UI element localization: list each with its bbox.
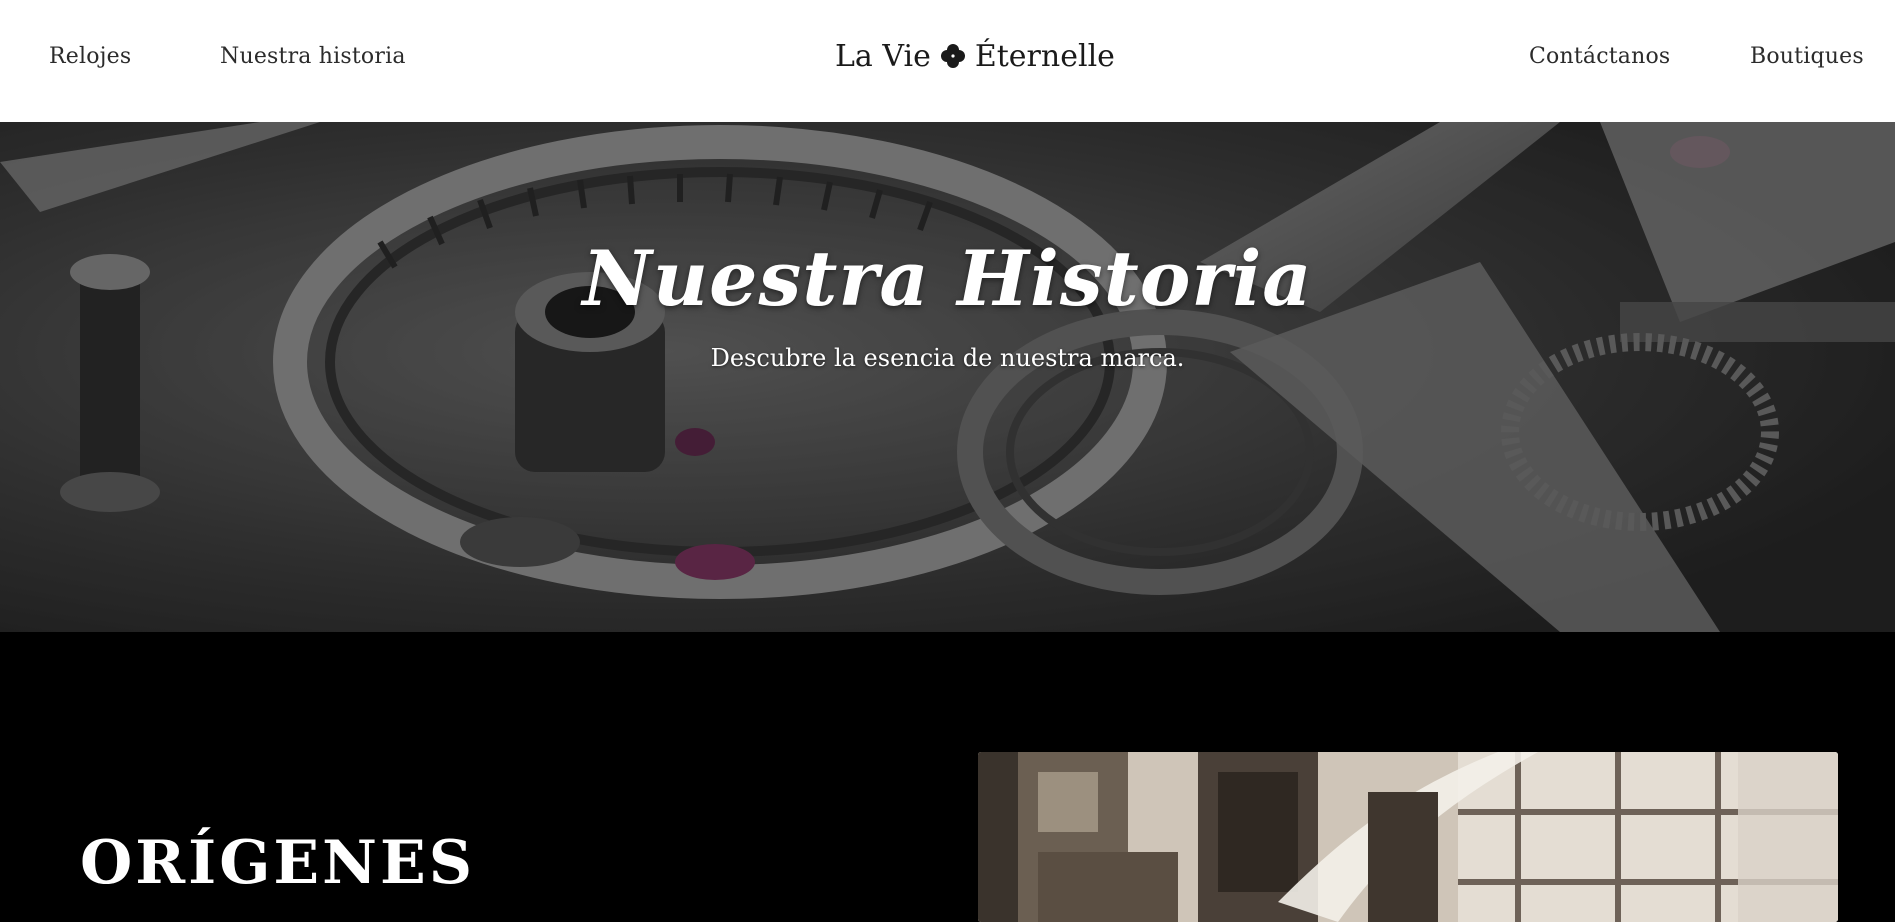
site-header: Relojes Nuestra historia La Vie Éternell… — [0, 0, 1895, 122]
nav-link-boutiques[interactable]: Boutiques — [1750, 44, 1864, 69]
hero-overlay — [0, 122, 1895, 632]
hero-title: Nuestra Historia — [582, 234, 1313, 323]
vintage-workshop-photo — [978, 752, 1838, 922]
brand-name-part-1: La Vie — [835, 38, 931, 74]
nav-link-nuestra-historia[interactable]: Nuestra historia — [220, 44, 406, 69]
nav-link-relojes[interactable]: Relojes — [49, 44, 131, 69]
origins-title: ORÍGENES — [80, 828, 476, 898]
hero-subtitle: Descubre la esencia de nuestra marca. — [710, 344, 1185, 372]
brand-logo[interactable]: La Vie Éternelle — [835, 36, 1115, 76]
nav-link-contactanos[interactable]: Contáctanos — [1529, 44, 1670, 69]
clover-icon — [939, 42, 967, 70]
hero-banner: Nuestra Historia Descubre la esencia de … — [0, 122, 1895, 632]
origins-section: ORÍGENES — [0, 632, 1895, 922]
brand-name-part-2: Éternelle — [974, 38, 1115, 74]
